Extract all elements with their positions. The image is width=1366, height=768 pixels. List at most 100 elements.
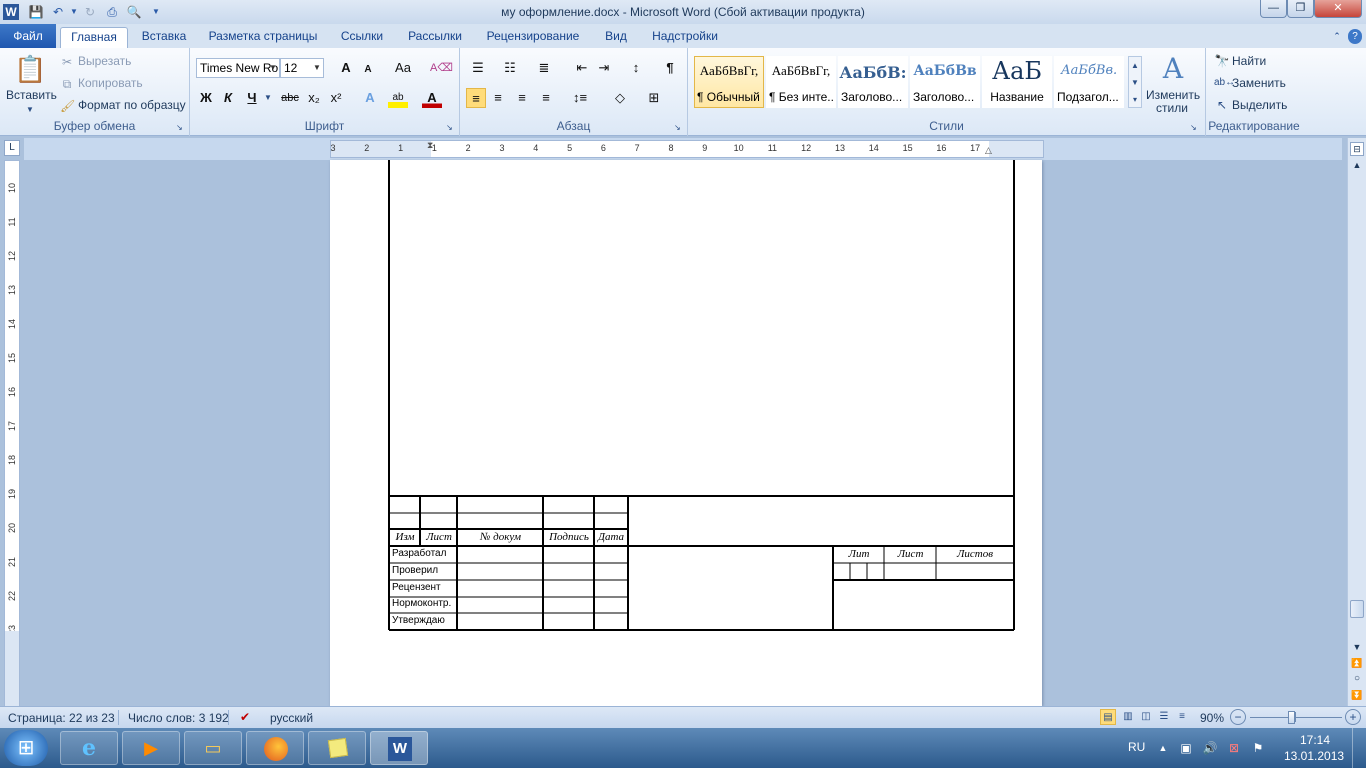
change-styles-icon[interactable]: A: [1154, 52, 1192, 86]
outline-view-icon[interactable]: ☰: [1156, 709, 1172, 725]
shading-icon[interactable]: ◇: [610, 88, 630, 108]
font-size-combo[interactable]: 12 ▼: [280, 58, 324, 78]
clock-date[interactable]: 13.01.2013: [1284, 749, 1344, 763]
document-page[interactable]: Изм Лист № докум Подпись Дата Разработал…: [330, 160, 1042, 706]
full-screen-reading-icon[interactable]: ▥: [1120, 709, 1136, 725]
font-name-combo[interactable]: Times New Ro ▼: [196, 58, 280, 78]
start-button[interactable]: ⊞: [4, 730, 48, 766]
tab-review[interactable]: Рецензирование: [478, 27, 588, 48]
indent-marker-icon[interactable]: ⧗: [427, 140, 433, 151]
style-normal[interactable]: АаБбВвГг, ¶ Обычный: [694, 56, 764, 108]
volume-icon[interactable]: 🔊: [1202, 740, 1218, 756]
previous-page-icon[interactable]: ⏫: [1350, 656, 1364, 670]
bold-button[interactable]: Ж: [196, 88, 216, 108]
zoom-in-icon[interactable]: +: [1345, 709, 1361, 725]
text-effects-icon[interactable]: A: [360, 88, 380, 108]
decrease-indent-icon[interactable]: ⇤: [572, 58, 592, 78]
change-case-button[interactable]: Aa: [390, 58, 416, 78]
zoom-slider-thumb[interactable]: [1288, 711, 1296, 724]
tab-insert[interactable]: Вставка: [134, 27, 194, 48]
underline-dropdown-icon[interactable]: ▼: [264, 90, 272, 106]
subscript-button[interactable]: x₂: [304, 88, 324, 108]
minimize-button[interactable]: —: [1260, 0, 1287, 18]
taskbar-word-icon[interactable]: W: [370, 731, 428, 765]
highlight-icon[interactable]: ab: [388, 88, 408, 108]
tab-page-layout[interactable]: Разметка страницы: [202, 27, 324, 48]
show-desktop-button[interactable]: [1352, 728, 1366, 768]
font-launcher-icon[interactable]: ↘: [446, 120, 453, 136]
taskbar-explorer-icon[interactable]: ▭: [184, 731, 242, 765]
borders-icon[interactable]: ⊞: [644, 88, 664, 108]
cut-button[interactable]: Вырезать: [78, 54, 131, 68]
right-indent-marker-icon[interactable]: △: [985, 145, 992, 156]
draft-view-icon[interactable]: ≡: [1174, 709, 1190, 725]
device-icon[interactable]: ▣: [1178, 740, 1194, 756]
web-layout-icon[interactable]: ◫: [1138, 709, 1154, 725]
multilevel-list-icon[interactable]: ≣: [534, 58, 554, 78]
align-center-icon[interactable]: ≡: [488, 88, 508, 108]
style-heading-1[interactable]: АаБбВ: Заголово...: [838, 56, 908, 108]
tab-home[interactable]: Главная: [60, 27, 128, 48]
tab-view[interactable]: Вид: [596, 27, 636, 48]
print-layout-view-icon[interactable]: ▤: [1100, 709, 1116, 725]
browse-object-icon[interactable]: ○: [1350, 672, 1364, 686]
tab-file[interactable]: Файл: [0, 24, 56, 48]
superscript-button[interactable]: x²: [326, 88, 346, 108]
style-subtitle[interactable]: АаБбВв. Подзагол...: [1054, 56, 1124, 108]
tab-mailings[interactable]: Рассылки: [400, 27, 470, 48]
page-indicator[interactable]: Страница: 22 из 23: [8, 711, 115, 725]
show-hidden-icons-icon[interactable]: ▲: [1156, 740, 1170, 756]
ruler-toggle-icon[interactable]: ⊟: [1350, 142, 1364, 156]
taskbar-ie-icon[interactable]: e: [60, 731, 118, 765]
change-styles-button[interactable]: Изменить: [1146, 88, 1200, 102]
styles-scroll-icon[interactable]: ▲ ▼ ▾: [1128, 56, 1142, 108]
italic-button[interactable]: К: [218, 88, 238, 108]
input-language[interactable]: RU: [1128, 740, 1145, 754]
vertical-ruler[interactable]: 10111213141516171819202122232425: [4, 160, 20, 707]
bullets-icon[interactable]: ☰: [468, 58, 488, 78]
scroll-down-icon[interactable]: ▼: [1350, 640, 1364, 654]
language-indicator[interactable]: русский: [270, 711, 313, 725]
minimize-ribbon-icon[interactable]: ⌃: [1330, 27, 1344, 48]
scroll-up-icon[interactable]: ▲: [1350, 158, 1364, 172]
grow-font-button[interactable]: A: [336, 58, 356, 78]
styles-launcher-icon[interactable]: ↘: [1190, 120, 1197, 136]
tab-selector-icon[interactable]: L: [4, 140, 20, 156]
clock-time[interactable]: 17:14: [1300, 733, 1330, 747]
increase-indent-icon[interactable]: ⇥: [594, 58, 614, 78]
clipboard-launcher-icon[interactable]: ↘: [176, 120, 183, 136]
zoom-level[interactable]: 90%: [1200, 711, 1224, 725]
line-spacing-icon[interactable]: ↕≡: [570, 88, 590, 108]
justify-icon[interactable]: ≡: [536, 88, 556, 108]
network-icon[interactable]: ⊠: [1226, 740, 1242, 756]
select-button[interactable]: Выделить: [1232, 98, 1287, 112]
replace-button[interactable]: Заменить: [1232, 76, 1286, 90]
close-button[interactable]: ✕: [1314, 0, 1362, 18]
strikethrough-button[interactable]: abc: [278, 88, 302, 108]
show-marks-icon[interactable]: ¶: [660, 58, 680, 78]
taskbar-firefox-icon[interactable]: [246, 731, 304, 765]
help-icon[interactable]: ?: [1348, 29, 1362, 44]
scroll-thumb[interactable]: [1350, 600, 1364, 618]
paste-button[interactable]: Вставить: [6, 88, 57, 102]
clear-formatting-icon[interactable]: A⌫: [430, 58, 453, 78]
align-right-icon[interactable]: ≡: [512, 88, 532, 108]
paste-icon[interactable]: 📋: [14, 54, 46, 84]
restore-button[interactable]: ❐: [1287, 0, 1314, 18]
taskbar-sticky-notes-icon[interactable]: [308, 731, 366, 765]
next-page-icon[interactable]: ⏬: [1350, 688, 1364, 702]
copy-button[interactable]: Копировать: [78, 76, 143, 90]
vertical-scrollbar[interactable]: ⊟ ▲ ▼ ⏫ ○ ⏬: [1347, 138, 1366, 706]
align-left-icon[interactable]: ≡: [466, 88, 486, 108]
sort-icon[interactable]: ↕: [626, 58, 646, 78]
tab-addins[interactable]: Надстройки: [644, 27, 726, 48]
proofing-icon[interactable]: ✔: [236, 709, 254, 725]
tab-references[interactable]: Ссылки: [332, 27, 392, 48]
zoom-out-icon[interactable]: −: [1230, 709, 1246, 725]
zoom-slider-track[interactable]: [1250, 717, 1342, 718]
underline-button[interactable]: Ч: [242, 88, 262, 108]
style-no-spacing[interactable]: АаБбВвГг, ¶ Без инте...: [766, 56, 836, 108]
word-count[interactable]: Число слов: 3 192: [128, 711, 229, 725]
style-heading-2[interactable]: АаБбВв Заголово...: [910, 56, 980, 108]
font-color-icon[interactable]: A: [422, 88, 442, 108]
